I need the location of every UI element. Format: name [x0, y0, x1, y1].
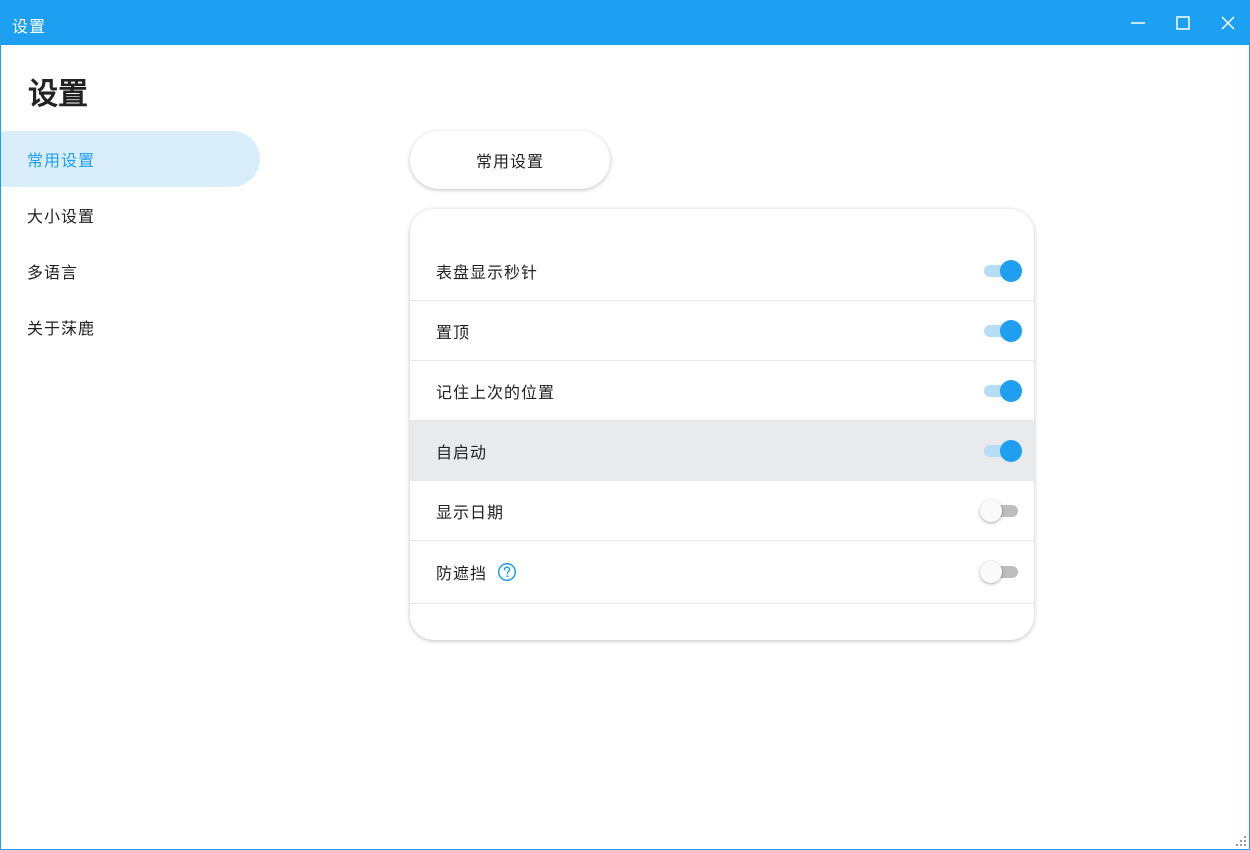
toggle-knob — [1000, 439, 1022, 462]
toggle-knob — [1000, 379, 1022, 402]
sidebar-item-general[interactable]: 常用设置 — [1, 131, 260, 187]
section-tab-label: 常用设置 — [475, 152, 544, 171]
section-tab-general[interactable]: 常用设置 — [410, 131, 610, 189]
settings-window: 设置 设置 常用设置 大小设置 多语言 关于莯鹿 常用设置 表盘显示秒针 置顶 … — [0, 0, 1250, 850]
setting-row-show-second-hand: 表盘显示秒针 — [410, 241, 1034, 301]
title-bar[interactable]: 设置 — [1, 1, 1249, 45]
sidebar-item-label: 关于莯鹿 — [27, 319, 96, 338]
sidebar-item-label: 多语言 — [27, 263, 79, 282]
close-icon — [1221, 16, 1235, 30]
close-button[interactable] — [1205, 1, 1250, 45]
sidebar-item-size[interactable]: 大小设置 — [1, 187, 260, 243]
resize-grip-icon[interactable] — [1235, 835, 1247, 847]
help-icon[interactable] — [497, 562, 517, 582]
sidebar-item-label: 大小设置 — [27, 207, 96, 226]
setting-label: 表盘显示秒针 — [436, 262, 539, 282]
toggle-show-second-hand[interactable] — [980, 259, 1022, 283]
toggle-autostart[interactable] — [980, 439, 1022, 463]
toggle-knob — [980, 499, 1002, 522]
setting-row-autostart: 自启动 — [410, 421, 1034, 481]
toggle-remember-position[interactable] — [980, 379, 1022, 403]
sidebar-item-about[interactable]: 关于莯鹿 — [1, 299, 260, 355]
page-title: 设置 — [28, 77, 88, 112]
setting-label: 防遮挡 — [436, 564, 488, 583]
setting-label: 显示日期 — [436, 502, 505, 522]
sidebar: 常用设置 大小设置 多语言 关于莯鹿 — [1, 131, 261, 355]
sidebar-item-label: 常用设置 — [27, 151, 96, 170]
toggle-always-on-top[interactable] — [980, 319, 1022, 343]
toggle-knob — [980, 561, 1002, 583]
setting-row-remember-position: 记住上次的位置 — [410, 361, 1034, 421]
setting-row-anti-occlusion: 防遮挡 — [410, 541, 1034, 604]
toggle-show-date[interactable] — [980, 499, 1022, 523]
setting-label: 记住上次的位置 — [436, 382, 556, 402]
maximize-button[interactable] — [1160, 1, 1206, 45]
toggle-knob — [1000, 259, 1022, 282]
minimize-icon — [1131, 22, 1145, 24]
setting-label: 自启动 — [436, 442, 488, 462]
window-title: 设置 — [12, 17, 47, 36]
settings-card: 表盘显示秒针 置顶 记住上次的位置 自启动 显示日期 防遮挡 — [410, 209, 1034, 640]
toggle-anti-occlusion[interactable] — [980, 560, 1022, 584]
setting-label: 置顶 — [436, 322, 471, 342]
sidebar-item-language[interactable]: 多语言 — [1, 243, 260, 299]
minimize-button[interactable] — [1115, 1, 1161, 45]
settings-list: 表盘显示秒针 置顶 记住上次的位置 自启动 显示日期 防遮挡 — [410, 241, 1034, 604]
setting-row-show-date: 显示日期 — [410, 481, 1034, 541]
maximize-icon — [1176, 16, 1190, 30]
setting-row-always-on-top: 置顶 — [410, 301, 1034, 361]
toggle-knob — [1000, 319, 1022, 342]
